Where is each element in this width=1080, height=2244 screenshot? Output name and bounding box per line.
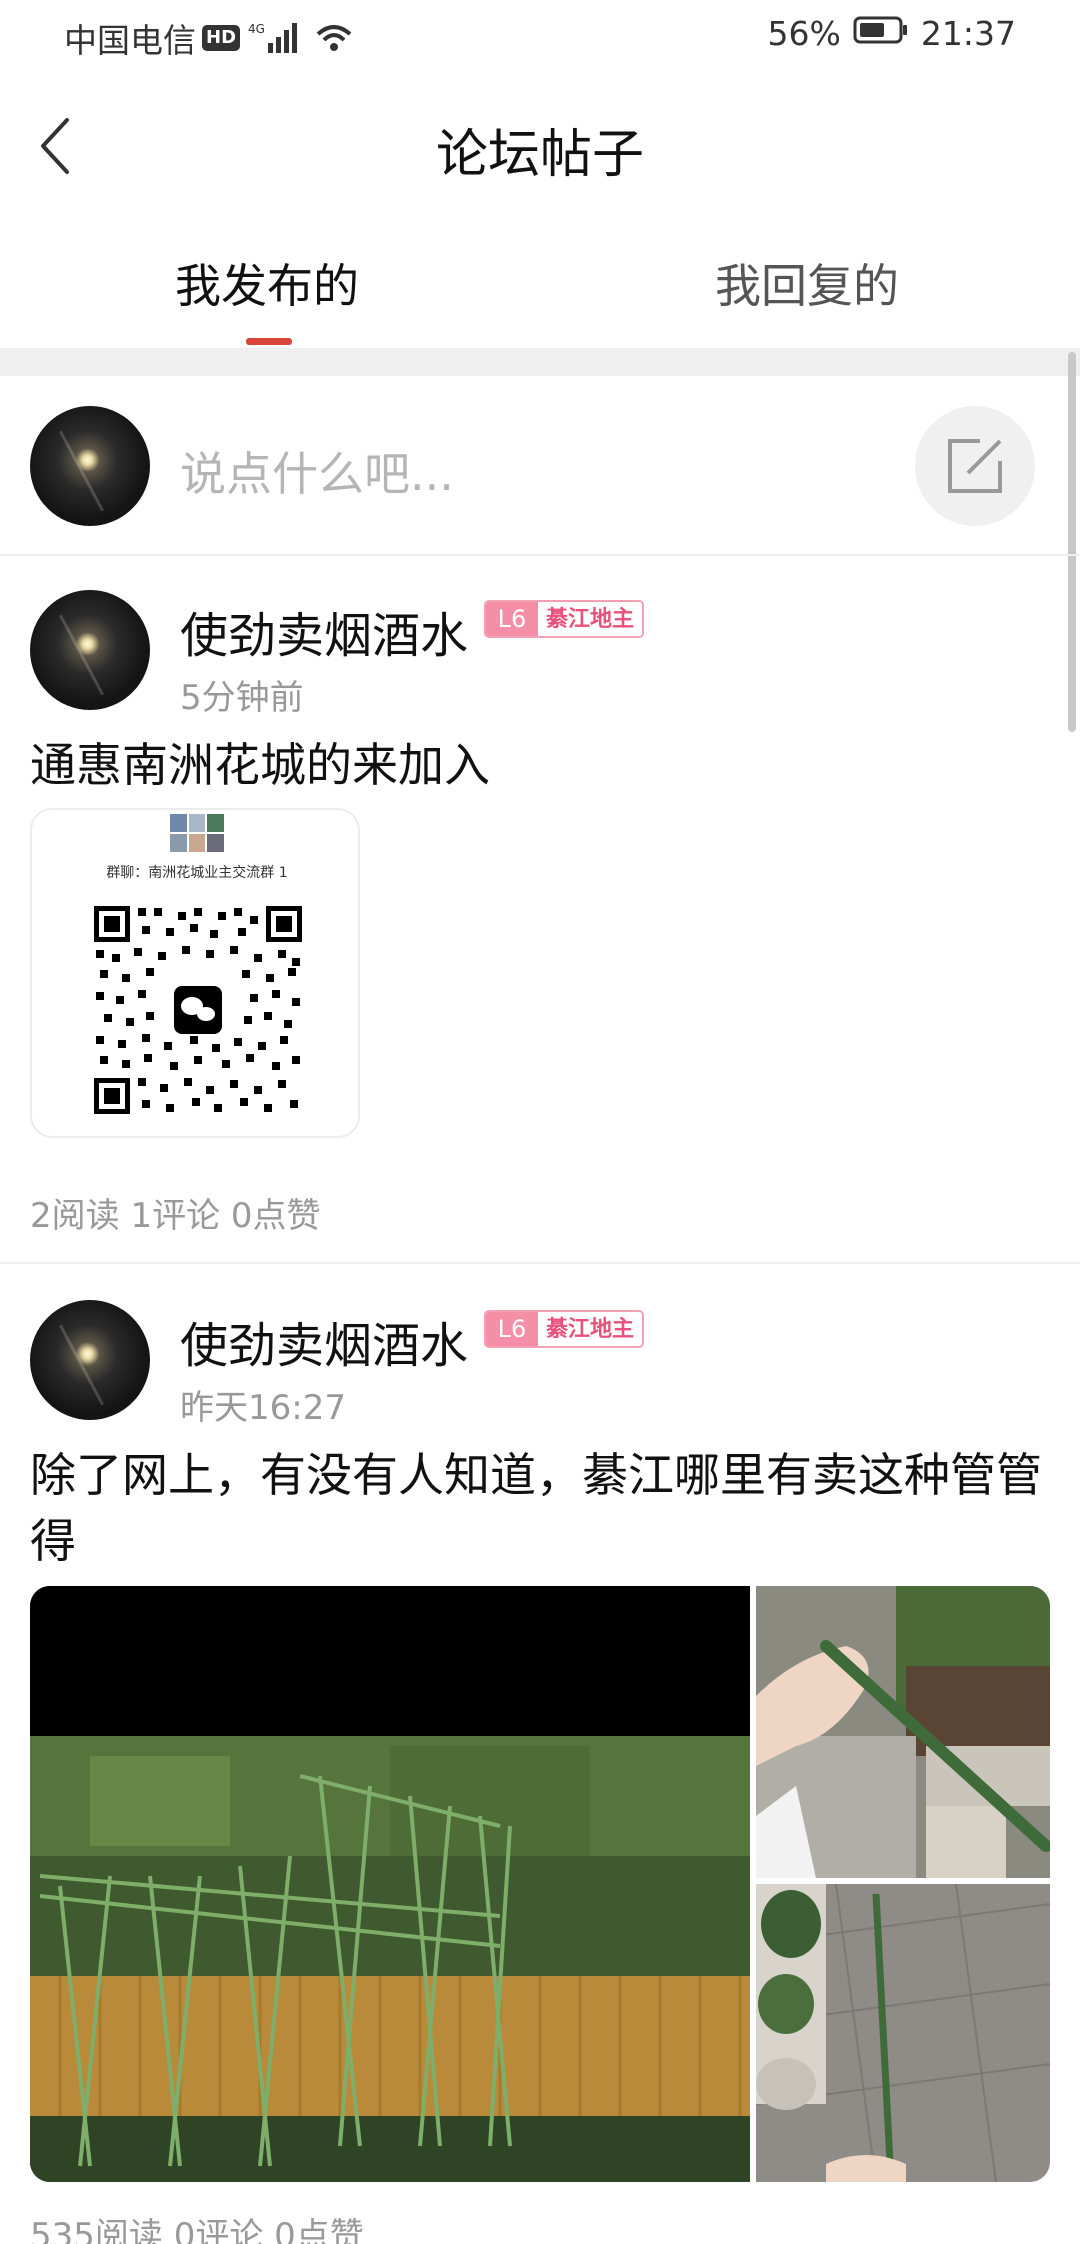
- active-tab-indicator: [246, 338, 292, 345]
- page-title: 论坛帖子: [435, 125, 644, 185]
- avatar[interactable]: [30, 1300, 150, 1420]
- section-divider: [0, 348, 1080, 376]
- post-stats: 2阅读 1评论 0点赞: [30, 1196, 321, 1236]
- level-title: 綦江地主: [538, 1312, 643, 1346]
- edit-icon: [948, 439, 1002, 493]
- composer-input[interactable]: 说点什么吧...: [180, 438, 454, 504]
- post-username[interactable]: 使劲卖烟酒水: [180, 1306, 468, 1376]
- post-time: 5分钟前: [180, 678, 304, 718]
- status-right: 56% 21:37: [768, 14, 1016, 53]
- post-content[interactable]: 除了网上，有没有人知道，綦江哪里有卖这种管管得: [30, 1442, 1050, 1574]
- post-time: 昨天16:27: [180, 1388, 346, 1428]
- wifi-icon: [314, 22, 354, 54]
- post-image-trellis[interactable]: [30, 1586, 750, 2182]
- network-type-label: 4G: [248, 22, 265, 36]
- qr-group-name: 群聊：南洲花城业主交流群 1: [106, 865, 288, 881]
- carrier-label: 中国电信: [64, 21, 196, 60]
- avatar[interactable]: [30, 406, 150, 526]
- garden-trellis-photo: [30, 1586, 750, 2182]
- post-username[interactable]: 使劲卖烟酒水: [180, 596, 468, 666]
- pole-on-floor-photo: [756, 1884, 1050, 2182]
- tab-my-replies[interactable]: 我回复的: [715, 250, 899, 316]
- battery-percent: 56%: [767, 14, 841, 53]
- post-card[interactable]: 使劲卖烟酒水 L6 綦江地主 昨天16:27 除了网上，有没有人知道，綦江哪里有…: [0, 1264, 1080, 2244]
- group-avatar: [170, 814, 224, 852]
- avatar[interactable]: [30, 590, 150, 710]
- post-content[interactable]: 通惠南洲花城的来加入: [30, 732, 1050, 798]
- post-image-hand-pole[interactable]: [756, 1586, 1050, 1878]
- post-stats: 535阅读 0评论 0点赞: [30, 2216, 364, 2244]
- status-bar: 中国电信 HD 4G 56% 21:37: [0, 0, 1080, 76]
- compose-button[interactable]: [915, 406, 1035, 526]
- status-left: 中国电信 HD 4G: [64, 14, 354, 62]
- post-image-qrcode[interactable]: 群聊：南洲花城业主交流群 1: [30, 808, 360, 1138]
- post-card[interactable]: 使劲卖烟酒水 L6 綦江地主 5分钟前 通惠南洲花城的来加入 群聊：南洲花城业主…: [0, 556, 1080, 1264]
- level-label: L6: [486, 602, 538, 636]
- hd-badge: HD: [202, 25, 241, 51]
- battery-icon: [853, 14, 909, 53]
- qr-code-image: [94, 906, 302, 1114]
- level-title: 綦江地主: [538, 602, 643, 636]
- tab-bar: 我发布的 我回复的: [0, 240, 1080, 348]
- signal-icon: 4G: [248, 21, 304, 55]
- clock: 21:37: [920, 14, 1016, 53]
- post-image-pole-floor[interactable]: [756, 1884, 1050, 2182]
- level-badge: L6 綦江地主: [484, 1310, 645, 1348]
- tab-my-posts[interactable]: 我发布的: [175, 250, 359, 316]
- hand-holding-pole-photo: [756, 1586, 1050, 1878]
- level-badge: L6 綦江地主: [484, 600, 645, 638]
- level-label: L6: [486, 1312, 538, 1346]
- post-composer[interactable]: 说点什么吧...: [0, 376, 1080, 556]
- app-header: 论坛帖子: [0, 76, 1080, 216]
